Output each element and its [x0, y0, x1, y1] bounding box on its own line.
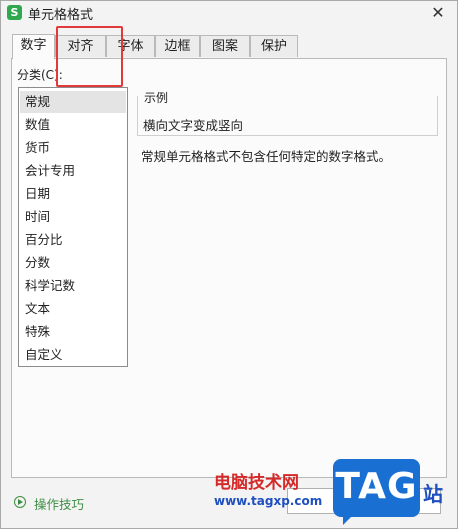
category-item-general[interactable]: 常规 — [20, 91, 126, 113]
highlight-annotation-box — [56, 26, 123, 87]
tab-pattern[interactable]: 图案 — [200, 35, 250, 57]
title-bar: S 单元格格式 ✕ — [0, 0, 458, 26]
watermark-tag-text: TAG — [335, 466, 418, 507]
wps-app-icon: S — [7, 5, 22, 20]
tab-number[interactable]: 数字 — [12, 34, 55, 59]
watermark-tag-logo: TAG — [333, 459, 420, 525]
tab-border[interactable]: 边框 — [155, 35, 200, 57]
category-item-custom[interactable]: 自定义 — [20, 344, 126, 366]
play-circle-icon — [14, 496, 26, 508]
category-item-special[interactable]: 特殊 — [20, 321, 126, 343]
watermark-tag-tail — [343, 516, 352, 525]
category-item-scientific[interactable]: 科学记数 — [20, 275, 126, 297]
watermark-url: www.tagxp.com — [214, 494, 323, 508]
category-item-time[interactable]: 时间 — [20, 206, 126, 228]
sample-title: 示例 — [144, 91, 169, 105]
format-description: 常规单元格格式不包含任何特定的数字格式。 — [141, 149, 392, 164]
category-item-number[interactable]: 数值 — [20, 114, 126, 136]
category-list[interactable]: 常规 数值 货币 会计专用 日期 时间 百分比 分数 科学记数 文本 特殊 自定… — [18, 87, 128, 367]
close-button[interactable]: ✕ — [428, 3, 448, 23]
watermark-suffix: 站 — [423, 482, 443, 506]
close-icon: ✕ — [431, 3, 445, 22]
sample-preview-text: 横向文字变成竖向 — [143, 118, 244, 133]
watermark-site-name: 电脑技术网 — [214, 473, 299, 493]
category-item-date[interactable]: 日期 — [20, 183, 126, 205]
tab-protection[interactable]: 保护 — [250, 35, 298, 57]
category-item-text[interactable]: 文本 — [20, 298, 126, 320]
tips-label: 操作技巧 — [34, 497, 85, 512]
category-item-accounting[interactable]: 会计专用 — [20, 160, 126, 182]
category-item-fraction[interactable]: 分数 — [20, 252, 126, 274]
dialog-title: 单元格格式 — [28, 8, 94, 23]
category-item-percentage[interactable]: 百分比 — [20, 229, 126, 251]
category-item-currency[interactable]: 货币 — [20, 137, 126, 159]
